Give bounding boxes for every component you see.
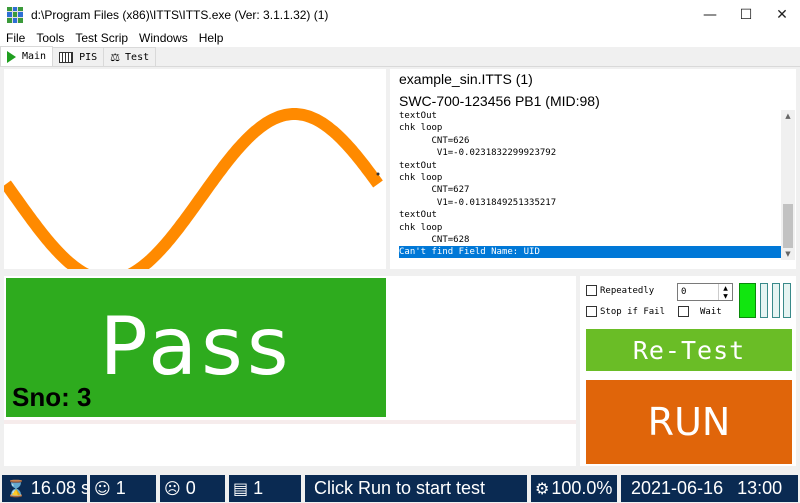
- app-icon: [7, 6, 23, 23]
- log-line[interactable]: textOut: [399, 160, 781, 172]
- stepper-up-icon[interactable]: ▲: [719, 284, 732, 292]
- status-progress: ⚙ 100.0%: [531, 475, 617, 502]
- status-datetime: 2021-06-16 13:00: [621, 475, 798, 502]
- result-panel: Pass Sno: 3: [4, 276, 576, 420]
- status-doc-count: ▤ 1: [229, 475, 301, 502]
- script-file-name: example_sin.ITTS (1): [399, 71, 533, 87]
- log-output[interactable]: textOut chk loop CNT=626 V1=-0.0231832299…: [399, 110, 781, 258]
- stepper-down-icon[interactable]: ▼: [719, 292, 732, 300]
- tab-main[interactable]: Main: [0, 46, 54, 66]
- indicator-2: [760, 283, 768, 318]
- tab-test[interactable]: ⚖ Test: [103, 47, 157, 66]
- minimize-button[interactable]: —: [692, 0, 728, 29]
- serial-number: Sno: 3: [12, 382, 92, 412]
- repeat-count-stepper[interactable]: 0 ▲ ▼: [677, 283, 733, 301]
- doc-count-value: 1: [253, 478, 264, 498]
- status-fail-count: ☹ 0: [160, 475, 225, 502]
- window-controls: — ☐ ✕: [692, 0, 800, 29]
- scroll-up-icon[interactable]: ▲: [781, 110, 795, 122]
- repeat-count-value: 0: [681, 287, 687, 297]
- play-icon: [7, 50, 16, 63]
- sine-wave-line: [1, 108, 383, 286]
- repeatedly-checkbox[interactable]: [586, 285, 597, 296]
- log-panel: example_sin.ITTS (1) SWC-700-123456 PB1 …: [390, 69, 796, 269]
- status-message: Click Run to start test: [305, 475, 527, 502]
- elapsed-time-value: 16.08 s: [30, 478, 87, 498]
- flask-icon: ⚖: [110, 50, 121, 64]
- menu-windows[interactable]: Windows: [133, 31, 193, 45]
- scroll-down-icon[interactable]: ▼: [781, 248, 795, 260]
- indicator-4: [783, 283, 791, 318]
- wait-label: Wait: [700, 306, 722, 317]
- hourglass-icon: ⌛: [6, 479, 26, 498]
- log-line[interactable]: CNT=626: [399, 135, 781, 147]
- document-icon: ▤: [233, 479, 249, 498]
- result-status: Pass: [99, 300, 293, 393]
- indicator-active: [739, 283, 756, 318]
- menu-help[interactable]: Help: [193, 31, 229, 45]
- stop-if-fail-option[interactable]: Stop if Fail: [586, 306, 665, 317]
- fail-count-value: 0: [185, 478, 196, 498]
- tab-bar: Main PIS ⚖ Test: [0, 46, 800, 67]
- smile-icon: ☺: [94, 479, 111, 498]
- controls-panel: Repeatedly Stop if Fail Wait 0 ▲ ▼ Re-Te…: [580, 276, 796, 466]
- log-line[interactable]: chk loop: [399, 122, 781, 134]
- stepper-buttons[interactable]: ▲ ▼: [718, 284, 732, 300]
- log-line[interactable]: textOut: [399, 110, 781, 122]
- log-line[interactable]: Can't find Field Name: UID: [399, 246, 781, 258]
- log-scrollbar[interactable]: ▲ ▼: [781, 110, 795, 260]
- wait-option[interactable]: Wait: [678, 306, 722, 317]
- menu-bar: File Tools Test Scrip Windows Help: [0, 29, 800, 47]
- log-line[interactable]: chk loop: [399, 172, 781, 184]
- scroll-thumb[interactable]: [783, 204, 793, 248]
- tab-pis[interactable]: PIS: [52, 47, 105, 66]
- status-bar: ⌛ 16.08 s ☺ 1 ☹ 0 ▤ 1 Click Run to start…: [0, 472, 800, 503]
- gear-icon: ⚙: [535, 479, 550, 498]
- menu-test-scrip[interactable]: Test Scrip: [69, 31, 133, 45]
- tab-pis-label: PIS: [79, 51, 98, 63]
- title-bar: d:\Program Files (x86)\ITTS\ITTS.exe (Ve…: [0, 0, 800, 29]
- retest-button[interactable]: Re-Test: [586, 329, 792, 371]
- app-window: d:\Program Files (x86)\ITTS\ITTS.exe (Ve…: [0, 0, 800, 503]
- log-line[interactable]: V1=-0.0231832299923792: [399, 147, 781, 159]
- log-line[interactable]: CNT=628: [399, 234, 781, 246]
- stop-if-fail-label: Stop if Fail: [600, 306, 666, 317]
- result-box: Pass Sno: 3: [6, 278, 386, 417]
- pass-count-value: 1: [115, 478, 126, 498]
- device-id: SWC-700-123456 PB1 (MID:98): [399, 93, 600, 109]
- tab-test-label: Test: [125, 51, 150, 63]
- info-strip: [4, 424, 576, 466]
- window-title: d:\Program Files (x86)\ITTS\ITTS.exe (Ve…: [31, 7, 329, 22]
- repeatedly-label: Repeatedly: [600, 285, 655, 296]
- clock-value: 13:00: [737, 478, 783, 498]
- waveform-panel: [1, 69, 386, 286]
- wait-checkbox[interactable]: [678, 306, 689, 317]
- log-line[interactable]: CNT=627: [399, 184, 781, 196]
- menu-file[interactable]: File: [0, 31, 30, 45]
- log-line[interactable]: V1=-0.0131849251335217: [399, 197, 781, 209]
- film-icon: [59, 51, 74, 63]
- log-line[interactable]: textOut: [399, 209, 781, 221]
- log-line[interactable]: chk loop: [399, 222, 781, 234]
- status-elapsed-time: ⌛ 16.08 s: [2, 475, 87, 502]
- repeatedly-option[interactable]: Repeatedly: [586, 285, 654, 296]
- stop-if-fail-checkbox[interactable]: [586, 306, 597, 317]
- menu-tools[interactable]: Tools: [30, 31, 69, 45]
- status-pass-count: ☺ 1: [90, 475, 156, 502]
- tab-main-label: Main: [22, 51, 47, 62]
- indicator-3: [772, 283, 780, 318]
- maximize-button[interactable]: ☐: [728, 0, 764, 29]
- run-button[interactable]: RUN: [586, 380, 792, 464]
- frown-icon: ☹: [164, 479, 181, 498]
- close-button[interactable]: ✕: [764, 0, 800, 29]
- date-value: 2021-06-16: [631, 478, 724, 498]
- progress-value: 100.0%: [551, 478, 613, 498]
- sine-wave-plot: [1, 108, 383, 286]
- wave-end-marker: [376, 172, 380, 176]
